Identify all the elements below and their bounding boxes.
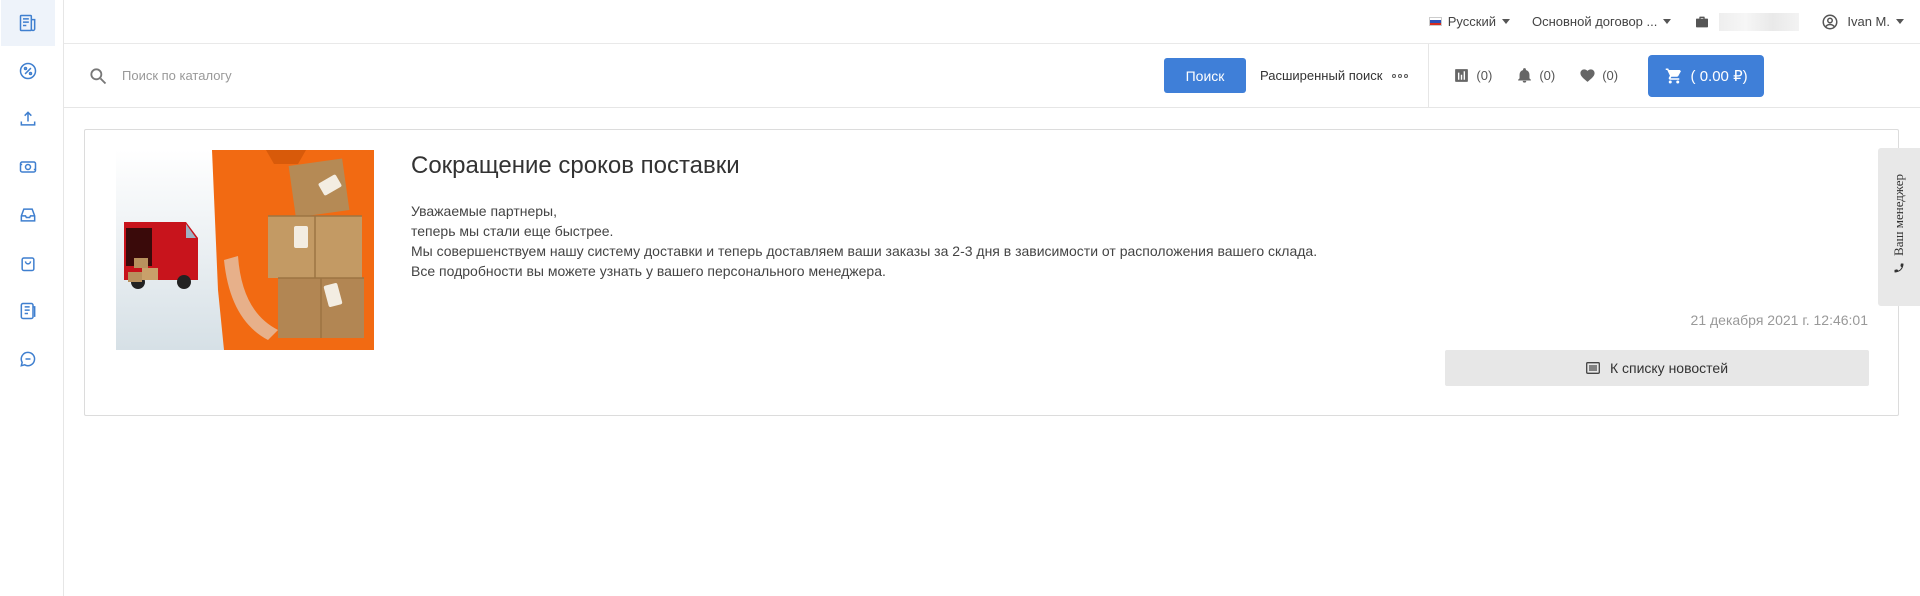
chevron-down-icon [1896, 19, 1904, 24]
inbox-icon [20, 208, 36, 222]
news-card: Сокращение сроков поставки Уважаемые пар… [84, 129, 1899, 416]
more-dots-icon [1392, 73, 1409, 78]
search-input[interactable] [122, 60, 1172, 91]
language-dropdown[interactable]: Русский [1428, 14, 1510, 29]
top-bar: Русский Основной договор ... Ivan M. [64, 0, 1920, 44]
cart-icon [1665, 68, 1681, 83]
company-name-redacted [1719, 12, 1800, 31]
advanced-search-label: Расширенный поиск [1260, 68, 1383, 83]
bag-icon [21, 257, 35, 272]
money-icon [19, 161, 37, 173]
advanced-search-link[interactable]: Расширенный поиск [1260, 68, 1409, 83]
favorites-count: (0) [1602, 68, 1619, 83]
percent-icon [19, 62, 37, 80]
sidebar-item-upload[interactable] [1, 96, 55, 142]
sidebar-item-discounts[interactable] [1, 48, 55, 94]
sidebar-item-orders[interactable] [1, 240, 55, 286]
news-paragraph: Мы совершенствуем нашу систему доставки … [411, 243, 1318, 259]
news-paragraph: теперь мы стали еще быстрее. [411, 223, 614, 239]
user-menu[interactable]: Ivan M. [1821, 13, 1904, 31]
news-paragraph: Все подробности вы можете узнать у вашег… [411, 263, 886, 279]
sidebar [0, 0, 64, 596]
sidebar-item-finance[interactable] [1, 144, 55, 190]
notifications-button[interactable]: (0) [1516, 67, 1555, 84]
list-icon [1586, 362, 1600, 374]
search-bar: Поиск Расширенный поиск (0) (0) (0) ( 0.… [64, 43, 1920, 108]
heart-icon [1580, 69, 1595, 82]
language-label: Русский [1447, 14, 1496, 29]
your-manager-tab[interactable]: Ваш менеджер [1878, 148, 1920, 306]
contract-label: Основной договор ... [1531, 14, 1658, 29]
back-to-news-button[interactable]: К списку новостей [1445, 350, 1869, 386]
news-body: Уважаемые партнеры, теперь мы стали еще … [411, 201, 1317, 281]
news-title: Сокращение сроков поставки [411, 152, 740, 179]
your-manager-label: Ваш менеджер [1891, 174, 1907, 280]
chevron-down-icon [1663, 19, 1672, 24]
news-paragraph: Уважаемые партнеры, [411, 203, 557, 219]
news-icon [19, 14, 36, 32]
compare-count: (0) [1476, 68, 1493, 83]
back-to-news-label: К списку новостей [1609, 360, 1729, 376]
contract-dropdown[interactable]: Основной договор ... [1531, 14, 1672, 29]
news-date: 21 декабря 2021 г. 12:46:01 [1690, 312, 1868, 328]
compare-chart-icon [1455, 69, 1469, 82]
divider [1428, 43, 1430, 108]
briefcase-icon [1696, 16, 1709, 27]
sidebar-item-news[interactable] [1, 0, 55, 46]
your-manager-text: Ваш менеджер [1891, 174, 1906, 256]
cart-total: ( 0.00 ₽) [1690, 67, 1748, 85]
favorites-button[interactable]: (0) [1579, 67, 1618, 84]
search-icon [90, 67, 107, 84]
sidebar-item-catalog[interactable] [1, 288, 55, 334]
notifications-count: (0) [1539, 68, 1556, 83]
compare-button[interactable]: (0) [1453, 67, 1492, 84]
user-icon [1822, 14, 1838, 29]
chevron-down-icon [1501, 19, 1510, 24]
catalog-icon [20, 302, 36, 320]
upload-icon [20, 111, 36, 126]
company-selector[interactable] [1693, 12, 1800, 31]
chat-icon [20, 351, 36, 367]
phone-icon [1894, 263, 1904, 273]
user-name: Ivan M. [1847, 14, 1890, 29]
search-button[interactable]: Поиск [1164, 58, 1246, 93]
bell-icon [1518, 68, 1532, 83]
cart-button[interactable]: ( 0.00 ₽) [1648, 54, 1765, 97]
russia-flag-icon [1428, 17, 1442, 26]
news-image [116, 150, 374, 350]
sidebar-item-inbox[interactable] [1, 192, 55, 238]
sidebar-item-support[interactable] [1, 336, 55, 382]
